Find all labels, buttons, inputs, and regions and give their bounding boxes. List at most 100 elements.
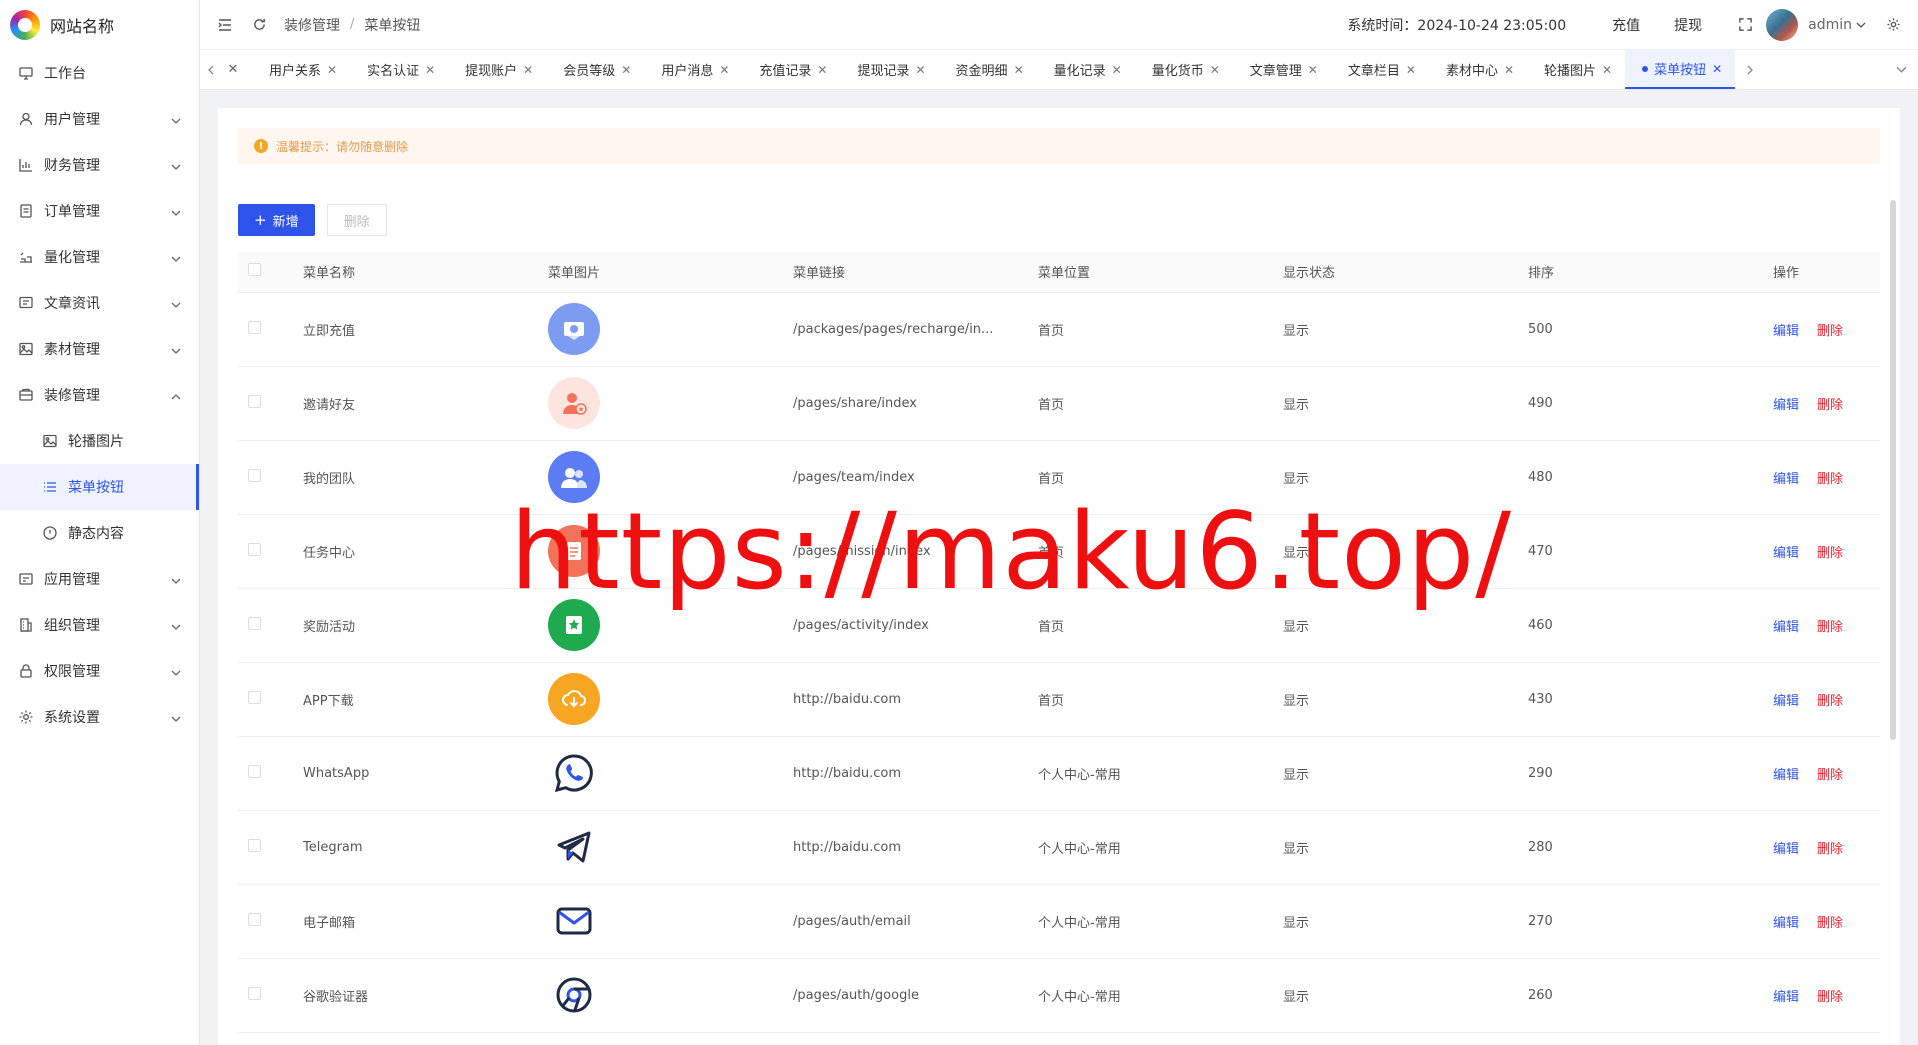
- close-icon[interactable]: ✕: [915, 63, 925, 77]
- sidebar-item-9[interactable]: 菜单按钮: [0, 464, 199, 510]
- recharge-button[interactable]: 充值: [1612, 15, 1640, 35]
- warning-icon: !: [254, 139, 268, 153]
- sidebar-item-13[interactable]: 权限管理: [0, 648, 199, 694]
- edit-link[interactable]: 编辑: [1773, 324, 1799, 339]
- tab-11[interactable]: 文章栏目 ✕: [1331, 50, 1429, 89]
- menu-position-cell: 个人中心-常用: [1028, 958, 1273, 1033]
- gear-icon[interactable]: [1884, 16, 1902, 34]
- delete-link[interactable]: 删除: [1817, 620, 1843, 635]
- sidebar-item-2[interactable]: 财务管理: [0, 142, 199, 188]
- close-icon[interactable]: ✕: [327, 63, 337, 77]
- tab-7[interactable]: 资金明细 ✕: [939, 50, 1037, 89]
- tab-12[interactable]: 素材中心 ✕: [1429, 50, 1527, 89]
- chevron-down-icon: [171, 298, 181, 308]
- row-checkbox[interactable]: [248, 764, 261, 778]
- row-checkbox[interactable]: [248, 912, 261, 926]
- delete-link[interactable]: 删除: [1817, 842, 1843, 857]
- tab-label: 量化货币: [1151, 64, 1204, 79]
- delete-link[interactable]: 删除: [1817, 398, 1843, 413]
- delete-link[interactable]: 删除: [1817, 768, 1843, 783]
- sidebar-item-5[interactable]: 文章资讯: [0, 280, 199, 326]
- chevron-down-icon[interactable]: [1856, 16, 1866, 34]
- close-icon[interactable]: ✕: [222, 50, 244, 89]
- close-icon[interactable]: ✕: [719, 63, 729, 77]
- sidebar-item-3[interactable]: 订单管理: [0, 188, 199, 234]
- tab-13[interactable]: 轮播图片 ✕: [1527, 50, 1625, 89]
- edit-link[interactable]: 编辑: [1773, 398, 1799, 413]
- breadcrumb-item[interactable]: 装修管理: [284, 15, 340, 35]
- close-icon[interactable]: ✕: [621, 63, 631, 77]
- sidebar-item-6[interactable]: 素材管理: [0, 326, 199, 372]
- delete-link[interactable]: 删除: [1817, 472, 1843, 487]
- fullscreen-icon[interactable]: [1736, 16, 1754, 34]
- scrollbar[interactable]: [1890, 200, 1896, 740]
- row-checkbox[interactable]: [248, 986, 261, 1000]
- tab-6[interactable]: 提现记录 ✕: [840, 50, 938, 89]
- edit-link[interactable]: 编辑: [1773, 546, 1799, 561]
- delete-link[interactable]: 删除: [1817, 990, 1843, 1005]
- sidebar-item-7[interactable]: 装修管理: [0, 372, 199, 418]
- delete-link[interactable]: 删除: [1817, 546, 1843, 561]
- row-checkbox[interactable]: [248, 616, 261, 630]
- close-icon[interactable]: ✕: [1210, 63, 1220, 77]
- tab-14[interactable]: 菜单按钮 ✕: [1625, 50, 1736, 89]
- edit-link[interactable]: 编辑: [1773, 620, 1799, 635]
- delete-link[interactable]: 删除: [1817, 324, 1843, 339]
- edit-link[interactable]: 编辑: [1773, 990, 1799, 1005]
- sidebar-item-8[interactable]: 轮播图片: [0, 418, 199, 464]
- sidebar-item-1[interactable]: 用户管理: [0, 96, 199, 142]
- close-icon[interactable]: ✕: [523, 63, 533, 77]
- task-icon: [548, 525, 600, 577]
- close-icon[interactable]: ✕: [1504, 63, 1514, 77]
- delete-link[interactable]: 删除: [1817, 694, 1843, 709]
- close-icon[interactable]: ✕: [1602, 63, 1612, 77]
- close-icon[interactable]: ✕: [1112, 63, 1122, 77]
- row-checkbox[interactable]: [248, 690, 261, 704]
- sidebar-item-12[interactable]: 组织管理: [0, 602, 199, 648]
- tab-more-icon[interactable]: [1890, 50, 1912, 89]
- avatar[interactable]: [1766, 8, 1799, 41]
- edit-link[interactable]: 编辑: [1773, 768, 1799, 783]
- edit-link[interactable]: 编辑: [1773, 472, 1799, 487]
- tab-8[interactable]: 量化记录 ✕: [1037, 50, 1135, 89]
- menu-fold-icon[interactable]: [216, 16, 234, 34]
- row-checkbox[interactable]: [248, 468, 261, 482]
- tab-2[interactable]: 提现账户 ✕: [448, 50, 546, 89]
- row-checkbox[interactable]: [248, 838, 261, 852]
- logo[interactable]: 网站名称: [0, 0, 199, 50]
- close-icon[interactable]: ✕: [1014, 63, 1024, 77]
- close-icon[interactable]: ✕: [817, 63, 827, 77]
- row-checkbox[interactable]: [248, 320, 261, 334]
- close-icon[interactable]: ✕: [1406, 63, 1416, 77]
- tab-10[interactable]: 文章管理 ✕: [1233, 50, 1331, 89]
- tab-0[interactable]: 用户关系 ✕: [252, 50, 350, 89]
- sidebar-item-11[interactable]: 应用管理: [0, 556, 199, 602]
- select-all-checkbox[interactable]: [248, 263, 261, 277]
- sidebar-item-14[interactable]: 系统设置: [0, 694, 199, 740]
- org-icon: [18, 617, 34, 633]
- tab-4[interactable]: 用户消息 ✕: [644, 50, 742, 89]
- tab-5[interactable]: 充值记录 ✕: [742, 50, 840, 89]
- sidebar-item-10[interactable]: 静态内容: [0, 510, 199, 556]
- close-icon[interactable]: ✕: [425, 63, 435, 77]
- edit-link[interactable]: 编辑: [1773, 694, 1799, 709]
- tab-1[interactable]: 实名认证 ✕: [350, 50, 448, 89]
- edit-link[interactable]: 编辑: [1773, 916, 1799, 931]
- tab-3[interactable]: 会员等级 ✕: [546, 50, 644, 89]
- close-icon[interactable]: ✕: [1712, 62, 1722, 76]
- sidebar-item-0[interactable]: 工作台: [0, 50, 199, 96]
- tab-9[interactable]: 量化货币 ✕: [1135, 50, 1233, 89]
- user-name[interactable]: admin: [1808, 17, 1852, 33]
- refresh-icon[interactable]: [250, 16, 268, 34]
- close-icon[interactable]: ✕: [1308, 63, 1318, 77]
- edit-link[interactable]: 编辑: [1773, 842, 1799, 857]
- row-checkbox[interactable]: [248, 542, 261, 556]
- row-checkbox[interactable]: [248, 394, 261, 408]
- add-button[interactable]: + 新增: [238, 204, 315, 236]
- sidebar-item-4[interactable]: 量化管理: [0, 234, 199, 280]
- withdraw-button[interactable]: 提现: [1674, 15, 1702, 35]
- delete-button[interactable]: 删除: [326, 204, 387, 236]
- delete-link[interactable]: 删除: [1817, 916, 1843, 931]
- tab-scroll-right-icon[interactable]: [1739, 50, 1761, 89]
- tab-scroll-left-icon[interactable]: [200, 50, 222, 89]
